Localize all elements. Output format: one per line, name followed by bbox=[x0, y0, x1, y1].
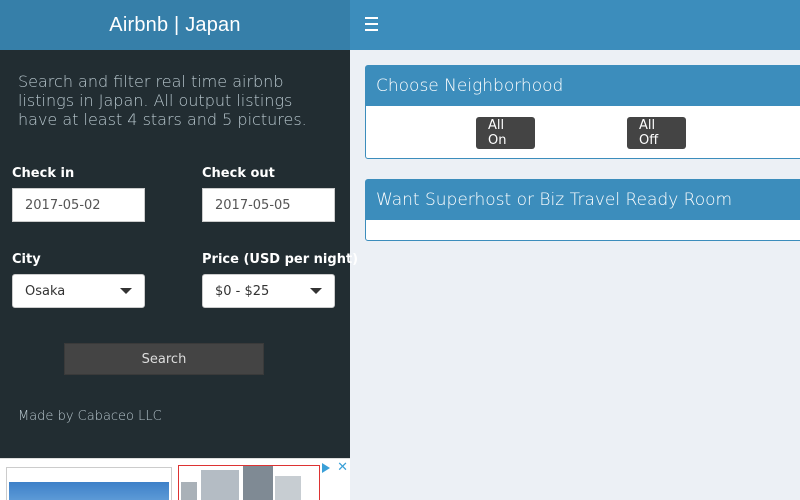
checkout-input[interactable]: 2017-05-05 bbox=[202, 188, 335, 222]
footer-credit: Made by Cabaceo LLC bbox=[18, 409, 162, 424]
superhost-title: Want Superhost or Biz Travel Ready Room bbox=[366, 180, 800, 220]
checkout-group: Check out 2017-05-05 bbox=[202, 166, 335, 222]
city-group: City Osaka bbox=[12, 252, 145, 308]
price-value: $0 - $25 bbox=[215, 283, 270, 299]
ad-choices-icon[interactable] bbox=[322, 463, 330, 473]
neighborhood-title: Choose Neighborhood bbox=[366, 66, 800, 106]
checkin-group: Check in 2017-05-02 bbox=[12, 166, 145, 222]
date-row: Check in 2017-05-02 Check out 2017-05-05 bbox=[12, 166, 335, 222]
filter-row: City Osaka Price (USD per night) $0 - $2… bbox=[12, 252, 359, 308]
ad-banner[interactable]: ✕ bbox=[0, 458, 350, 500]
superhost-box: Want Superhost or Biz Travel Ready Room bbox=[365, 179, 800, 241]
city-value: Osaka bbox=[25, 283, 66, 299]
price-group: Price (USD per night) $0 - $25 bbox=[202, 252, 359, 308]
all-off-button[interactable]: All Off bbox=[627, 117, 686, 149]
city-label: City bbox=[12, 252, 41, 267]
price-label: Price (USD per night) bbox=[202, 252, 359, 267]
close-icon[interactable]: ✕ bbox=[337, 461, 348, 474]
app-title[interactable]: Airbnb | Japan bbox=[0, 0, 350, 50]
ad-image-sky[interactable] bbox=[6, 467, 172, 500]
caret-down-icon bbox=[310, 288, 322, 294]
search-button[interactable]: Search bbox=[64, 343, 264, 375]
price-select[interactable]: $0 - $25 bbox=[202, 274, 335, 308]
intro-text: Search and filter real time airbnb listi… bbox=[18, 72, 307, 129]
checkin-label: Check in bbox=[12, 166, 75, 181]
top-navbar bbox=[350, 0, 800, 50]
neighborhood-box: Choose Neighborhood All On All Off bbox=[365, 65, 800, 159]
checkout-label: Check out bbox=[202, 166, 275, 181]
caret-down-icon bbox=[120, 288, 132, 294]
city-select[interactable]: Osaka bbox=[12, 274, 145, 308]
ad-image-buildings[interactable] bbox=[178, 465, 320, 500]
ad-choices[interactable]: ✕ bbox=[322, 461, 348, 475]
checkin-input[interactable]: 2017-05-02 bbox=[12, 188, 145, 222]
sidebar: Airbnb | Japan Search and filter real ti… bbox=[0, 0, 359, 500]
all-on-button[interactable]: All On bbox=[476, 117, 535, 149]
menu-icon[interactable] bbox=[365, 17, 378, 31]
